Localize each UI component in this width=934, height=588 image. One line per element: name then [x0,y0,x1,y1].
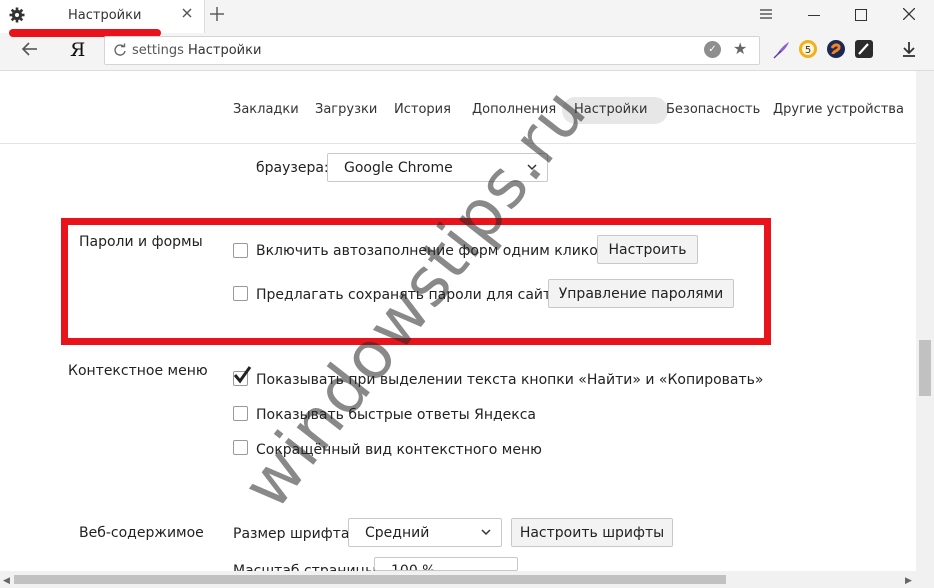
gear-icon [9,7,25,23]
passwords-heading: Пароли и формы [79,234,203,250]
protect-badge-icon[interactable]: ✓ [704,41,721,58]
font-size-label: Размер шрифта: [233,526,355,542]
nav-bookmarks[interactable]: Закладки [233,102,299,117]
reload-icon[interactable] [113,43,127,57]
nav-security[interactable]: Безопасность [666,102,760,117]
address-prefix: settings [132,43,184,58]
five-extension-icon[interactable]: 5 [798,39,818,59]
scroll-right-arrow-icon[interactable]: ▶ [905,576,912,586]
yandex-logo[interactable]: Я [70,39,85,61]
star-icon[interactable]: ★ [733,39,747,58]
address-bar[interactable]: settings Настройки ✓ ★ [104,36,760,65]
page-scale-label: Масштаб страницы: [233,563,381,571]
configure-fonts-button[interactable]: Настроить шрифты [511,518,673,547]
nav-other-devices[interactable]: Другие устройства [773,102,904,117]
back-arrow-icon[interactable] [21,40,39,58]
font-size-value: Средний [365,525,430,541]
save-passwords-checkbox[interactable] [233,286,248,301]
divider [0,143,916,144]
font-size-select[interactable]: Средний [348,518,502,547]
minimize-button[interactable] [808,15,820,16]
window-close-icon[interactable] [903,8,915,20]
autofill-checkbox[interactable] [233,243,248,258]
new-tab-plus-icon[interactable] [210,7,224,21]
browser-label: браузера: [256,160,329,176]
page-scale-select[interactable]: 100 % [374,557,518,571]
vertical-scrollbar-thumb[interactable] [919,340,931,396]
context-menu-heading: Контекстное меню [68,363,208,379]
horizontal-scrollbar-thumb[interactable] [14,575,726,584]
browser-select-value: Google Chrome [344,160,453,176]
maximize-button[interactable] [855,9,867,21]
address-page: Настройки [187,43,262,58]
pen-extension-icon[interactable] [854,39,874,59]
address-text: settings Настройки [132,43,261,58]
vertical-scrollbar[interactable] [916,71,934,574]
menu-icon[interactable] [760,9,772,19]
web-content-heading: Веб-содержимое [79,525,204,541]
feather-extension-icon[interactable] [772,39,792,59]
page-scale-value: 100 % [391,563,436,571]
nav-downloads[interactable]: Загрузки [315,102,377,117]
close-icon[interactable] [180,6,194,20]
manage-passwords-button[interactable]: Управление паролями [548,279,734,308]
nav-history[interactable]: История [394,102,451,117]
configure-autofill-button[interactable]: Настроить [597,235,698,264]
checkmark-icon [233,366,252,384]
s-extension-icon[interactable] [826,39,846,59]
quick-answers-checkbox[interactable] [233,406,248,421]
chevron-down-icon [481,529,491,536]
tab-title: Настройки [68,8,142,23]
download-icon[interactable] [900,40,918,58]
scroll-left-arrow-icon[interactable]: ◀ [3,576,10,586]
svg-text:5: 5 [805,45,811,56]
